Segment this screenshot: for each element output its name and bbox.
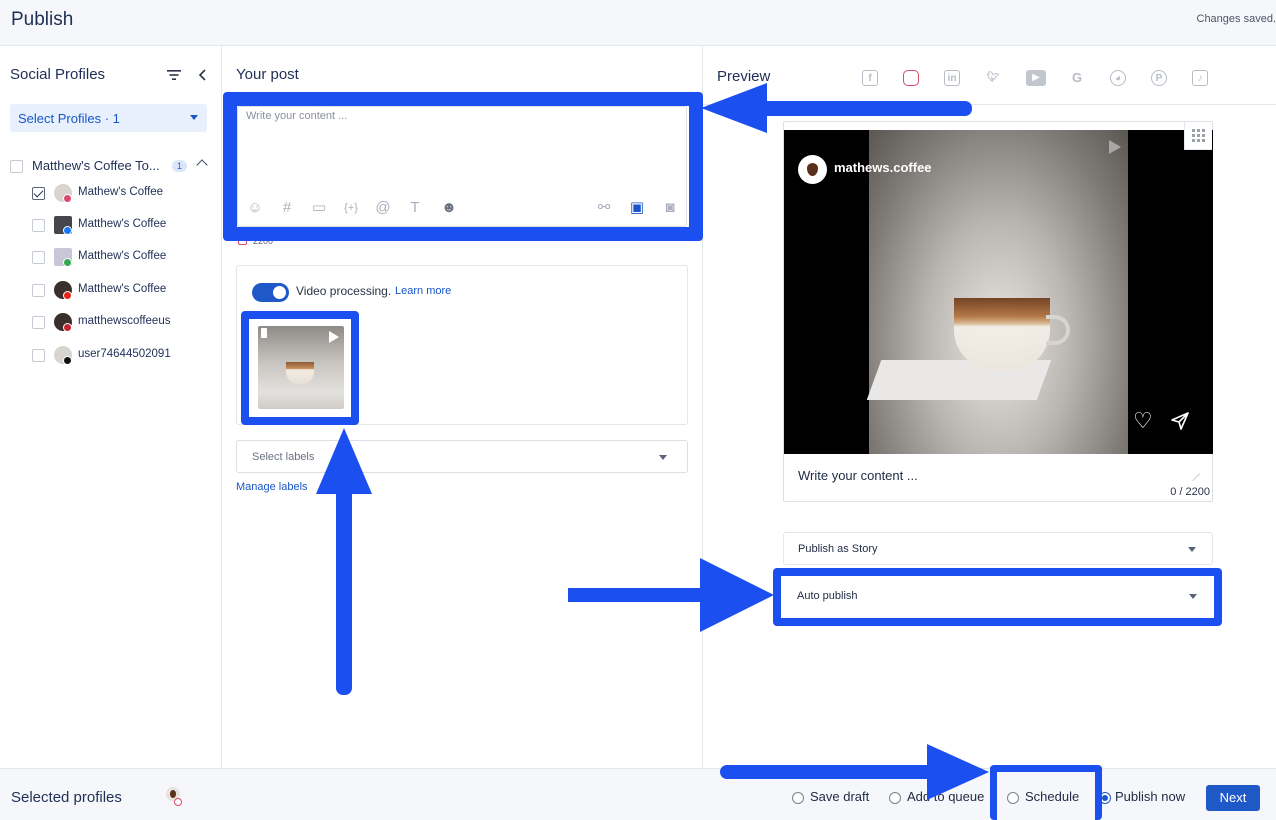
profile-checkbox[interactable]: [32, 251, 45, 264]
profile-name: Mathew's Coffee: [78, 186, 164, 198]
coffee-mug-image: [954, 298, 1050, 370]
arrow-shaft: [568, 588, 708, 602]
post-type-value: Publish as Story: [798, 543, 878, 555]
group-name: Matthew's Coffee To...: [32, 158, 160, 173]
arrow-right-icon: [700, 558, 774, 632]
select-profiles-label: Select Profiles · 1: [18, 111, 120, 126]
facebook-icon[interactable]: f: [862, 70, 878, 86]
linkedin-icon[interactable]: in: [944, 70, 960, 86]
instagram-preview-card: mathews.coffee ♡ Write your content ... …: [783, 121, 1213, 502]
profiles-sidebar: Social Profiles Select Profiles · 1 Matt…: [0, 46, 222, 768]
instagram-icon[interactable]: [903, 70, 919, 86]
profile-name: Matthew's Coffee: [78, 218, 167, 230]
sidebar-title: Social Profiles: [10, 66, 106, 83]
profile-checkbox[interactable]: [32, 219, 45, 232]
thumbnail-highlight: [241, 311, 359, 425]
publish-mode-highlight: [773, 568, 1222, 626]
preview-caption: Write your content ...: [798, 468, 918, 483]
manage-labels-link[interactable]: Manage labels: [236, 481, 308, 493]
save-status: Changes saved.: [1196, 13, 1276, 25]
video-processing-toggle[interactable]: [252, 283, 289, 302]
twitter-icon[interactable]: 🐦︎: [985, 70, 1001, 86]
edit-pencil-icon[interactable]: [1185, 466, 1201, 482]
group-checkbox[interactable]: [10, 160, 23, 173]
profile-group[interactable]: Matthew's Coffee To... 1: [10, 157, 210, 175]
instagram-icon: [63, 194, 72, 203]
preview-char-count: 0 / 2200: [1170, 486, 1210, 498]
publish-now-label[interactable]: Publish now: [1115, 789, 1185, 804]
google-icon: [63, 258, 72, 267]
tiktok-icon[interactable]: ♪: [1192, 70, 1208, 86]
arrow-shaft: [720, 765, 935, 779]
play-icon: [1109, 140, 1121, 154]
profile-checkbox[interactable]: [32, 284, 45, 297]
selected-profiles-label: Selected profiles: [11, 789, 122, 806]
arrow-right-icon: [927, 744, 989, 800]
group-count-badge: 1: [172, 160, 187, 172]
profile-name: Matthew's Coffee: [78, 283, 167, 295]
arrow-shaft: [336, 480, 352, 695]
profile-name: matthewscoffeeus: [78, 315, 171, 327]
select-labels-dropdown[interactable]: Select labels: [236, 440, 688, 473]
profile-item[interactable]: Matthew's Coffee: [32, 216, 212, 236]
chevron-down-icon: [190, 115, 198, 120]
story-preview: mathews.coffee ♡: [784, 130, 1213, 454]
chevron-down-icon: [659, 455, 667, 460]
youtube-icon: [63, 291, 72, 300]
profile-checkbox[interactable]: [32, 349, 45, 362]
arrow-up-icon: [316, 428, 372, 494]
grid-view-icon[interactable]: [1184, 122, 1212, 150]
page-title: Publish: [11, 9, 74, 30]
learn-more-link[interactable]: Learn more: [395, 285, 451, 297]
reddit-icon[interactable]: ◕: [1110, 70, 1126, 86]
schedule-highlight: [990, 765, 1102, 820]
arrow-left-icon: [701, 83, 767, 133]
arrow-shaft: [760, 101, 972, 116]
profile-item[interactable]: Matthew's Coffee: [32, 281, 212, 301]
labels-placeholder: Select labels: [252, 451, 315, 463]
selected-profile-avatar: [166, 787, 182, 806]
composer-title: Your post: [236, 66, 299, 83]
post-image: [869, 130, 1128, 454]
google-icon[interactable]: G: [1069, 70, 1085, 86]
add-to-queue-radio[interactable]: [889, 792, 901, 804]
tiktok-icon: [63, 356, 72, 365]
post-type-dropdown[interactable]: Publish as Story: [783, 532, 1213, 565]
pinterest-icon: [63, 323, 72, 332]
video-processing-label: Video processing.: [296, 284, 392, 298]
profile-name: user74644502091: [78, 348, 171, 360]
editor-highlight: [223, 92, 703, 241]
profile-item[interactable]: Matthew's Coffee: [32, 248, 212, 268]
facebook-icon: [63, 226, 72, 235]
save-draft-radio[interactable]: [792, 792, 804, 804]
filter-icon[interactable]: [166, 68, 182, 82]
profile-checkbox[interactable]: [32, 187, 45, 200]
next-button[interactable]: Next: [1206, 785, 1260, 811]
select-profiles-dropdown[interactable]: Select Profiles · 1: [10, 104, 207, 132]
pinterest-icon[interactable]: P: [1151, 70, 1167, 86]
profile-name: Matthew's Coffee: [78, 250, 167, 262]
youtube-icon[interactable]: ▶: [1026, 70, 1046, 86]
collapse-sidebar-icon[interactable]: [197, 67, 209, 83]
app-header: Publish Changes saved.: [0, 0, 1276, 46]
avatar: [798, 155, 827, 184]
heart-icon: ♡: [1133, 408, 1153, 433]
chevron-up-icon[interactable]: [196, 159, 208, 171]
send-icon: [1171, 412, 1189, 430]
save-draft-label[interactable]: Save draft: [810, 789, 869, 804]
preview-panel: Preview f in 🐦︎ ▶ G ◕ P ♪ mathews.coffee…: [703, 46, 1276, 768]
preview-username: mathews.coffee: [834, 160, 932, 175]
profile-item[interactable]: Mathew's Coffee: [32, 184, 212, 204]
profile-item[interactable]: user74644502091: [32, 346, 212, 366]
profile-item[interactable]: matthewscoffeeus: [32, 313, 212, 333]
chevron-down-icon: [1188, 547, 1196, 552]
profile-checkbox[interactable]: [32, 316, 45, 329]
